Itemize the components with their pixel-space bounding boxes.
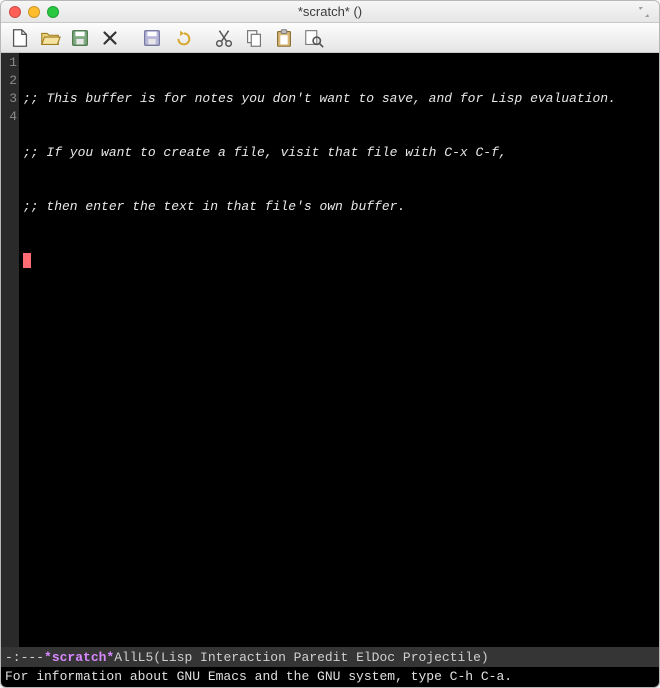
copy-button[interactable]: [241, 26, 267, 50]
minimize-window-button[interactable]: [28, 6, 40, 18]
toolbar: [1, 23, 659, 53]
line-number: 3: [1, 90, 17, 108]
app-window: *scratch* (): [0, 0, 660, 688]
buffer-line: ;; then enter the text in that file's ow…: [23, 199, 405, 214]
modeline-position: All: [114, 650, 137, 665]
mode-line[interactable]: -:--- *scratch* All L5 (Lisp Interaction…: [1, 647, 659, 667]
buffer-line: ;; This buffer is for notes you don't wa…: [23, 91, 616, 106]
paste-button[interactable]: [271, 26, 297, 50]
open-file-button[interactable]: [37, 26, 63, 50]
save-all-button[interactable]: [139, 26, 165, 50]
line-number: 4: [1, 108, 17, 126]
modeline-flags: -:---: [5, 650, 44, 665]
text-cursor: [23, 253, 31, 268]
editor-area: 1 2 3 4 ;; This buffer is for notes you …: [1, 53, 659, 647]
cut-button[interactable]: [211, 26, 237, 50]
line-number-gutter: 1 2 3 4: [1, 53, 19, 647]
line-number: 1: [1, 54, 17, 72]
close-button[interactable]: [97, 26, 123, 50]
buffer-line: ;; If you want to create a file, visit t…: [23, 145, 507, 160]
search-button[interactable]: [301, 26, 327, 50]
window-controls: [9, 6, 59, 18]
window-title: *scratch* (): [1, 4, 659, 19]
close-window-button[interactable]: [9, 6, 21, 18]
new-file-button[interactable]: [7, 26, 33, 50]
fullscreen-icon[interactable]: [637, 5, 651, 19]
modeline-buffer-name: *scratch*: [44, 650, 114, 665]
zoom-window-button[interactable]: [47, 6, 59, 18]
echo-area: For information about GNU Emacs and the …: [1, 667, 659, 687]
undo-button[interactable]: [169, 26, 195, 50]
text-editor[interactable]: ;; This buffer is for notes you don't wa…: [19, 53, 659, 647]
titlebar: *scratch* (): [1, 1, 659, 23]
save-button[interactable]: [67, 26, 93, 50]
modeline-modes: (Lisp Interaction Paredit ElDoc Projecti…: [153, 650, 488, 665]
modeline-line: L5: [138, 650, 154, 665]
line-number: 2: [1, 72, 17, 90]
